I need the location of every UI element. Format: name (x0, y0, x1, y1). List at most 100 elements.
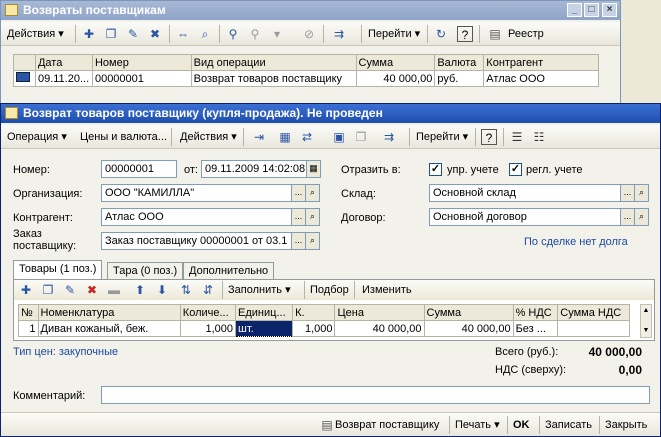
price-type-link[interactable]: Тип цен: закупочные (13, 346, 118, 358)
doc-help-icon[interactable]: ? (481, 129, 497, 145)
goods-delete-icon[interactable]: ✖ (84, 282, 100, 298)
order-open-icon[interactable]: ⌕ (305, 232, 320, 250)
doc-copy-icon[interactable]: ❐ (353, 129, 369, 145)
warehouse-open-icon[interactable]: ⌕ (634, 184, 649, 202)
move-up-icon[interactable]: ⬆ (132, 282, 148, 298)
date-field[interactable]: 09.11.2009 14:02:08 (201, 160, 307, 178)
reflect-label: Отразить в: (341, 164, 401, 176)
org-open-icon[interactable]: ⌕ (305, 184, 320, 202)
list-actions-menu[interactable]: Действия ▾ (4, 25, 67, 43)
sort-asc-icon[interactable]: ⇅ (178, 282, 194, 298)
warehouse-field[interactable]: Основной склад (429, 184, 621, 202)
debt-link[interactable]: По сделке нет долга (524, 236, 628, 248)
return-form-button[interactable]: Возврат поставщику (335, 416, 439, 434)
goods-end-edit-icon[interactable]: ▬ (106, 282, 122, 298)
close-button[interactable]: × (602, 3, 617, 17)
col-qty[interactable]: Количе... (179, 304, 237, 321)
col-vat-sum[interactable]: Сумма НДС (557, 304, 630, 321)
registry-button[interactable]: Реестр (505, 25, 547, 43)
clear-filter-icon[interactable]: ⊘ (301, 26, 317, 42)
reg-accounting-label: регл. учете (526, 164, 583, 176)
find-icon[interactable]: ⌕ (197, 26, 213, 42)
col-number[interactable]: Номер (91, 54, 192, 71)
order-select-button[interactable]: ... (291, 232, 306, 250)
tab-containers[interactable]: Тара (0 поз.) (107, 262, 184, 279)
change-button[interactable]: Изменить (362, 281, 412, 299)
doc-actions-menu[interactable]: Действия ▾ (177, 128, 240, 146)
col-vat-rate[interactable]: % НДС (512, 304, 559, 321)
enter-based-icon[interactable]: ⇉ (331, 26, 347, 42)
goods-copy-icon[interactable]: ❐ (40, 282, 56, 298)
counterparty-open-icon[interactable]: ⌕ (305, 208, 320, 226)
help-icon[interactable]: ? (457, 26, 473, 42)
doc-journal-icon[interactable]: ▣ (331, 129, 347, 145)
sort-desc-icon[interactable]: ⇵ (200, 282, 216, 298)
scroll-up-arrow[interactable]: ▲ (641, 305, 651, 317)
pick-button[interactable]: Подбор (310, 281, 349, 299)
col-sum[interactable]: Сумма (423, 304, 514, 321)
structure-view-icon[interactable]: ☷ (531, 129, 547, 145)
list-goto-menu[interactable]: Перейти ▾ (365, 25, 423, 43)
counterparty-select-button[interactable]: ... (291, 208, 306, 226)
mgmt-accounting-checkbox[interactable]: ✓ (429, 163, 442, 176)
col-nomenclature[interactable]: Номенклатура (37, 304, 181, 321)
fill-menu[interactable]: Заполнить ▾ (228, 281, 291, 299)
movements-icon[interactable]: ▦ (277, 129, 293, 145)
copy-icon[interactable]: ❐ (103, 26, 119, 42)
contract-select-button[interactable]: ... (620, 208, 635, 226)
warehouse-select-button[interactable]: ... (620, 184, 635, 202)
vertical-scrollbar[interactable]: ▲ ▼ (640, 304, 652, 338)
list-view-icon[interactable]: ☰ (509, 129, 525, 145)
print-icon[interactable]: ▤ (487, 26, 503, 42)
scroll-down-arrow[interactable]: ▼ (641, 325, 651, 337)
col-counterparty[interactable]: Контрагент (483, 54, 599, 71)
print-menu[interactable]: Печать ▾ (455, 416, 500, 434)
col-k[interactable]: К. (292, 304, 336, 321)
structure-icon[interactable]: ⇄ (299, 129, 315, 145)
contract-field[interactable]: Основной договор (429, 208, 621, 226)
number-field[interactable]: 00000001 (101, 160, 177, 178)
col-operation[interactable]: Вид операции (190, 54, 357, 71)
goods-add-icon[interactable]: ✚ (18, 282, 34, 298)
maximize-button[interactable]: □ (584, 3, 599, 17)
comment-field[interactable] (101, 386, 650, 404)
ok-button[interactable]: OK (513, 416, 530, 434)
table-row[interactable]: 1 Диван кожаный, беж. 1,000 шт. 1,000 40… (18, 320, 630, 337)
counterparty-field[interactable]: Атлас ООО (101, 208, 292, 226)
close-doc-button[interactable]: Закрыть (605, 416, 647, 434)
contract-open-icon[interactable]: ⌕ (634, 208, 649, 226)
operation-menu[interactable]: Операция ▾ (4, 128, 70, 146)
prices-currency-button[interactable]: Цены и валюта... (77, 128, 170, 146)
move-down-icon[interactable]: ⬇ (154, 282, 170, 298)
delete-mark-icon[interactable]: ✖ (147, 26, 163, 42)
col-price[interactable]: Цена (334, 304, 425, 321)
reg-accounting-checkbox[interactable]: ✓ (509, 163, 522, 176)
col-currency[interactable]: Валюта (434, 54, 485, 71)
post-icon[interactable]: ⇥ (251, 129, 267, 145)
col-unit[interactable]: Единиц... (235, 304, 294, 321)
interval-icon[interactable]: ⇔ (175, 26, 191, 42)
goods-edit-icon[interactable]: ✎ (62, 282, 78, 298)
filter-list-icon[interactable]: ▾ (269, 26, 285, 42)
col-n[interactable]: № (18, 304, 39, 321)
calendar-icon[interactable]: ▦ (306, 160, 321, 178)
doc-goto-menu[interactable]: Перейти ▾ (413, 128, 471, 146)
save-button[interactable]: Записать (545, 416, 592, 434)
tab-goods[interactable]: Товары (1 поз.) (13, 260, 103, 279)
edit-icon[interactable]: ✎ (125, 26, 141, 42)
return-print-icon[interactable]: ▤ (319, 417, 335, 433)
col-sum[interactable]: Сумма (355, 54, 436, 71)
filter-value-icon[interactable]: ⚲ (247, 26, 263, 42)
org-select-button[interactable]: ... (291, 184, 306, 202)
table-row[interactable]: 09.11.20... 00000001 Возврат товаров пос… (13, 70, 599, 87)
doc-based-icon[interactable]: ⇉ (381, 129, 397, 145)
org-field[interactable]: ООО "КАМИЛЛА" (101, 184, 292, 202)
filter-icon[interactable]: ⚲ (225, 26, 241, 42)
col-date[interactable]: Дата (34, 54, 93, 71)
add-icon[interactable]: ✚ (81, 26, 97, 42)
tab-additional[interactable]: Дополнительно (183, 262, 275, 279)
order-label-line2: поставщику: (13, 240, 77, 252)
refresh-icon[interactable]: ↻ (433, 26, 449, 42)
minimize-button[interactable]: _ (567, 3, 582, 17)
order-field[interactable]: Заказ поставщику 00000001 от 03.1 (101, 232, 292, 250)
